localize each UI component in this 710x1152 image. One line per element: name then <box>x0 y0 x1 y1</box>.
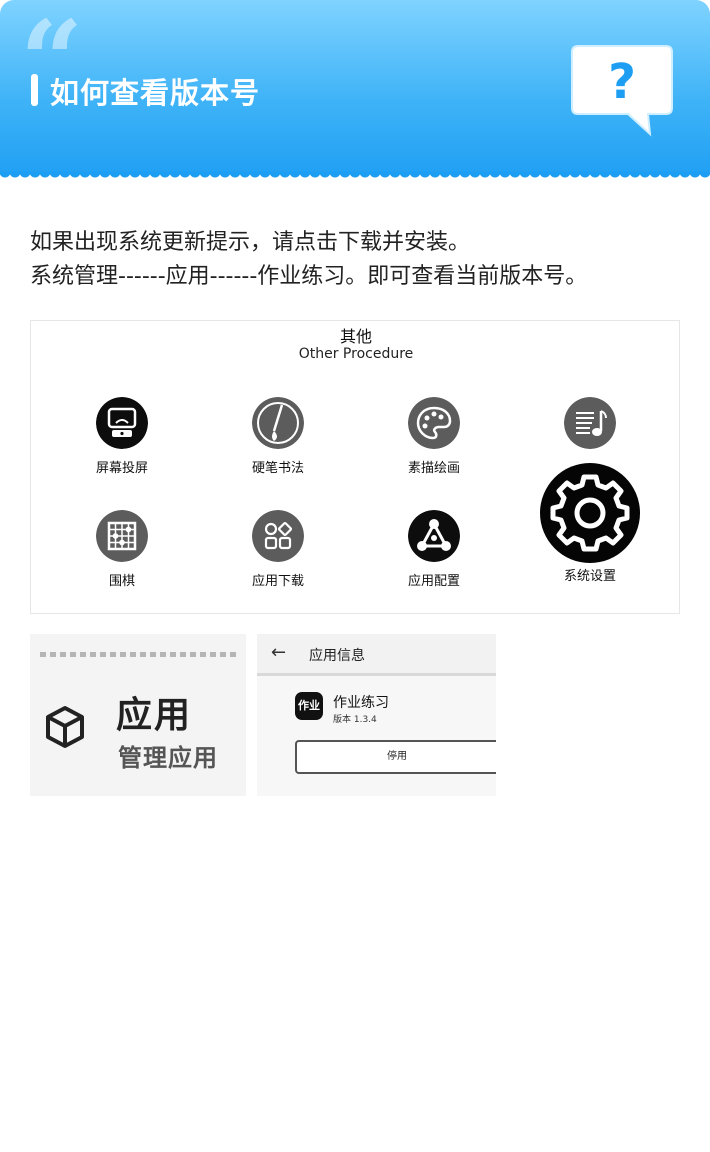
other-procedure-panel: 其他 Other Procedure 屏幕投屏 硬笔书法 素描绘画 围棋 应用下… <box>30 320 680 614</box>
settings-gear-icon <box>540 463 640 563</box>
app-info-crop: ← 应用信息 作业 作业练习 版本 1.3.4 停用 <box>257 634 496 796</box>
app-download[interactable]: 应用下载 <box>218 510 338 589</box>
app-pen-calligraphy[interactable]: 硬笔书法 <box>218 397 338 476</box>
svg-text:?: ? <box>608 54 636 110</box>
go-board-icon <box>96 510 148 562</box>
page-title: 如何查看版本号 <box>50 76 261 110</box>
disable-button[interactable]: 停用 <box>295 740 496 774</box>
music-notes-icon <box>564 397 616 449</box>
panel-title: 其他 <box>339 327 372 346</box>
app-label: 素描绘画 <box>407 461 460 476</box>
app-info-title: 应用信息 <box>309 648 365 664</box>
app-label: 硬笔书法 <box>251 461 304 476</box>
share-nodes-icon <box>408 510 460 562</box>
app-label: 应用配置 <box>407 574 460 589</box>
apps-menu-title[interactable]: 应用 <box>116 686 192 738</box>
app-name: 作业练习 <box>333 695 389 711</box>
question-bubble-icon: ? <box>571 45 673 137</box>
title-accent-bar <box>31 74 38 106</box>
apps-menu-subtitle: 管理应用 <box>118 744 218 772</box>
app-config[interactable]: 应用配置 <box>374 510 494 589</box>
app-system-settings[interactable]: 系统设置 <box>530 463 650 584</box>
cube-icon <box>46 706 84 748</box>
app-label: 系统设置 <box>563 569 616 584</box>
app-label: 应用下载 <box>251 574 304 589</box>
app-music[interactable] <box>530 397 650 457</box>
app-go-game[interactable]: 围棋 <box>62 510 182 589</box>
app-label: 屏幕投屏 <box>95 461 148 476</box>
app-grid-icon <box>252 510 304 562</box>
homework-app-icon: 作业 <box>295 692 323 720</box>
app-palette[interactable]: 素描绘画 <box>374 397 494 476</box>
pen-calligraphy-icon <box>252 397 304 449</box>
scallop-edge <box>0 172 710 186</box>
app-info-topbar: ← 应用信息 <box>257 634 496 676</box>
app-screen-cast[interactable]: 屏幕投屏 <box>62 397 182 476</box>
palette-icon <box>408 397 460 449</box>
panel-subtitle: Other Procedure <box>298 346 414 362</box>
divider-dots <box>40 652 240 657</box>
app-version: 版本 1.3.4 <box>333 715 377 725</box>
instruction-line-2: 系统管理------应用------作业练习。即可查看当前版本号。 <box>30 264 588 289</box>
instructions: 如果出现系统更新提示，请点击下载并安装。 系统管理------应用------作… <box>30 226 690 294</box>
screen-cast-icon <box>96 397 148 449</box>
settings-apps-crop: 应用 管理应用 <box>30 634 246 796</box>
instruction-line-1: 如果出现系统更新提示，请点击下载并安装。 <box>30 230 471 255</box>
back-arrow-icon[interactable]: ← <box>271 642 286 663</box>
app-label: 围棋 <box>108 574 135 589</box>
header-banner: “ 如何查看版本号 ? <box>0 0 710 182</box>
